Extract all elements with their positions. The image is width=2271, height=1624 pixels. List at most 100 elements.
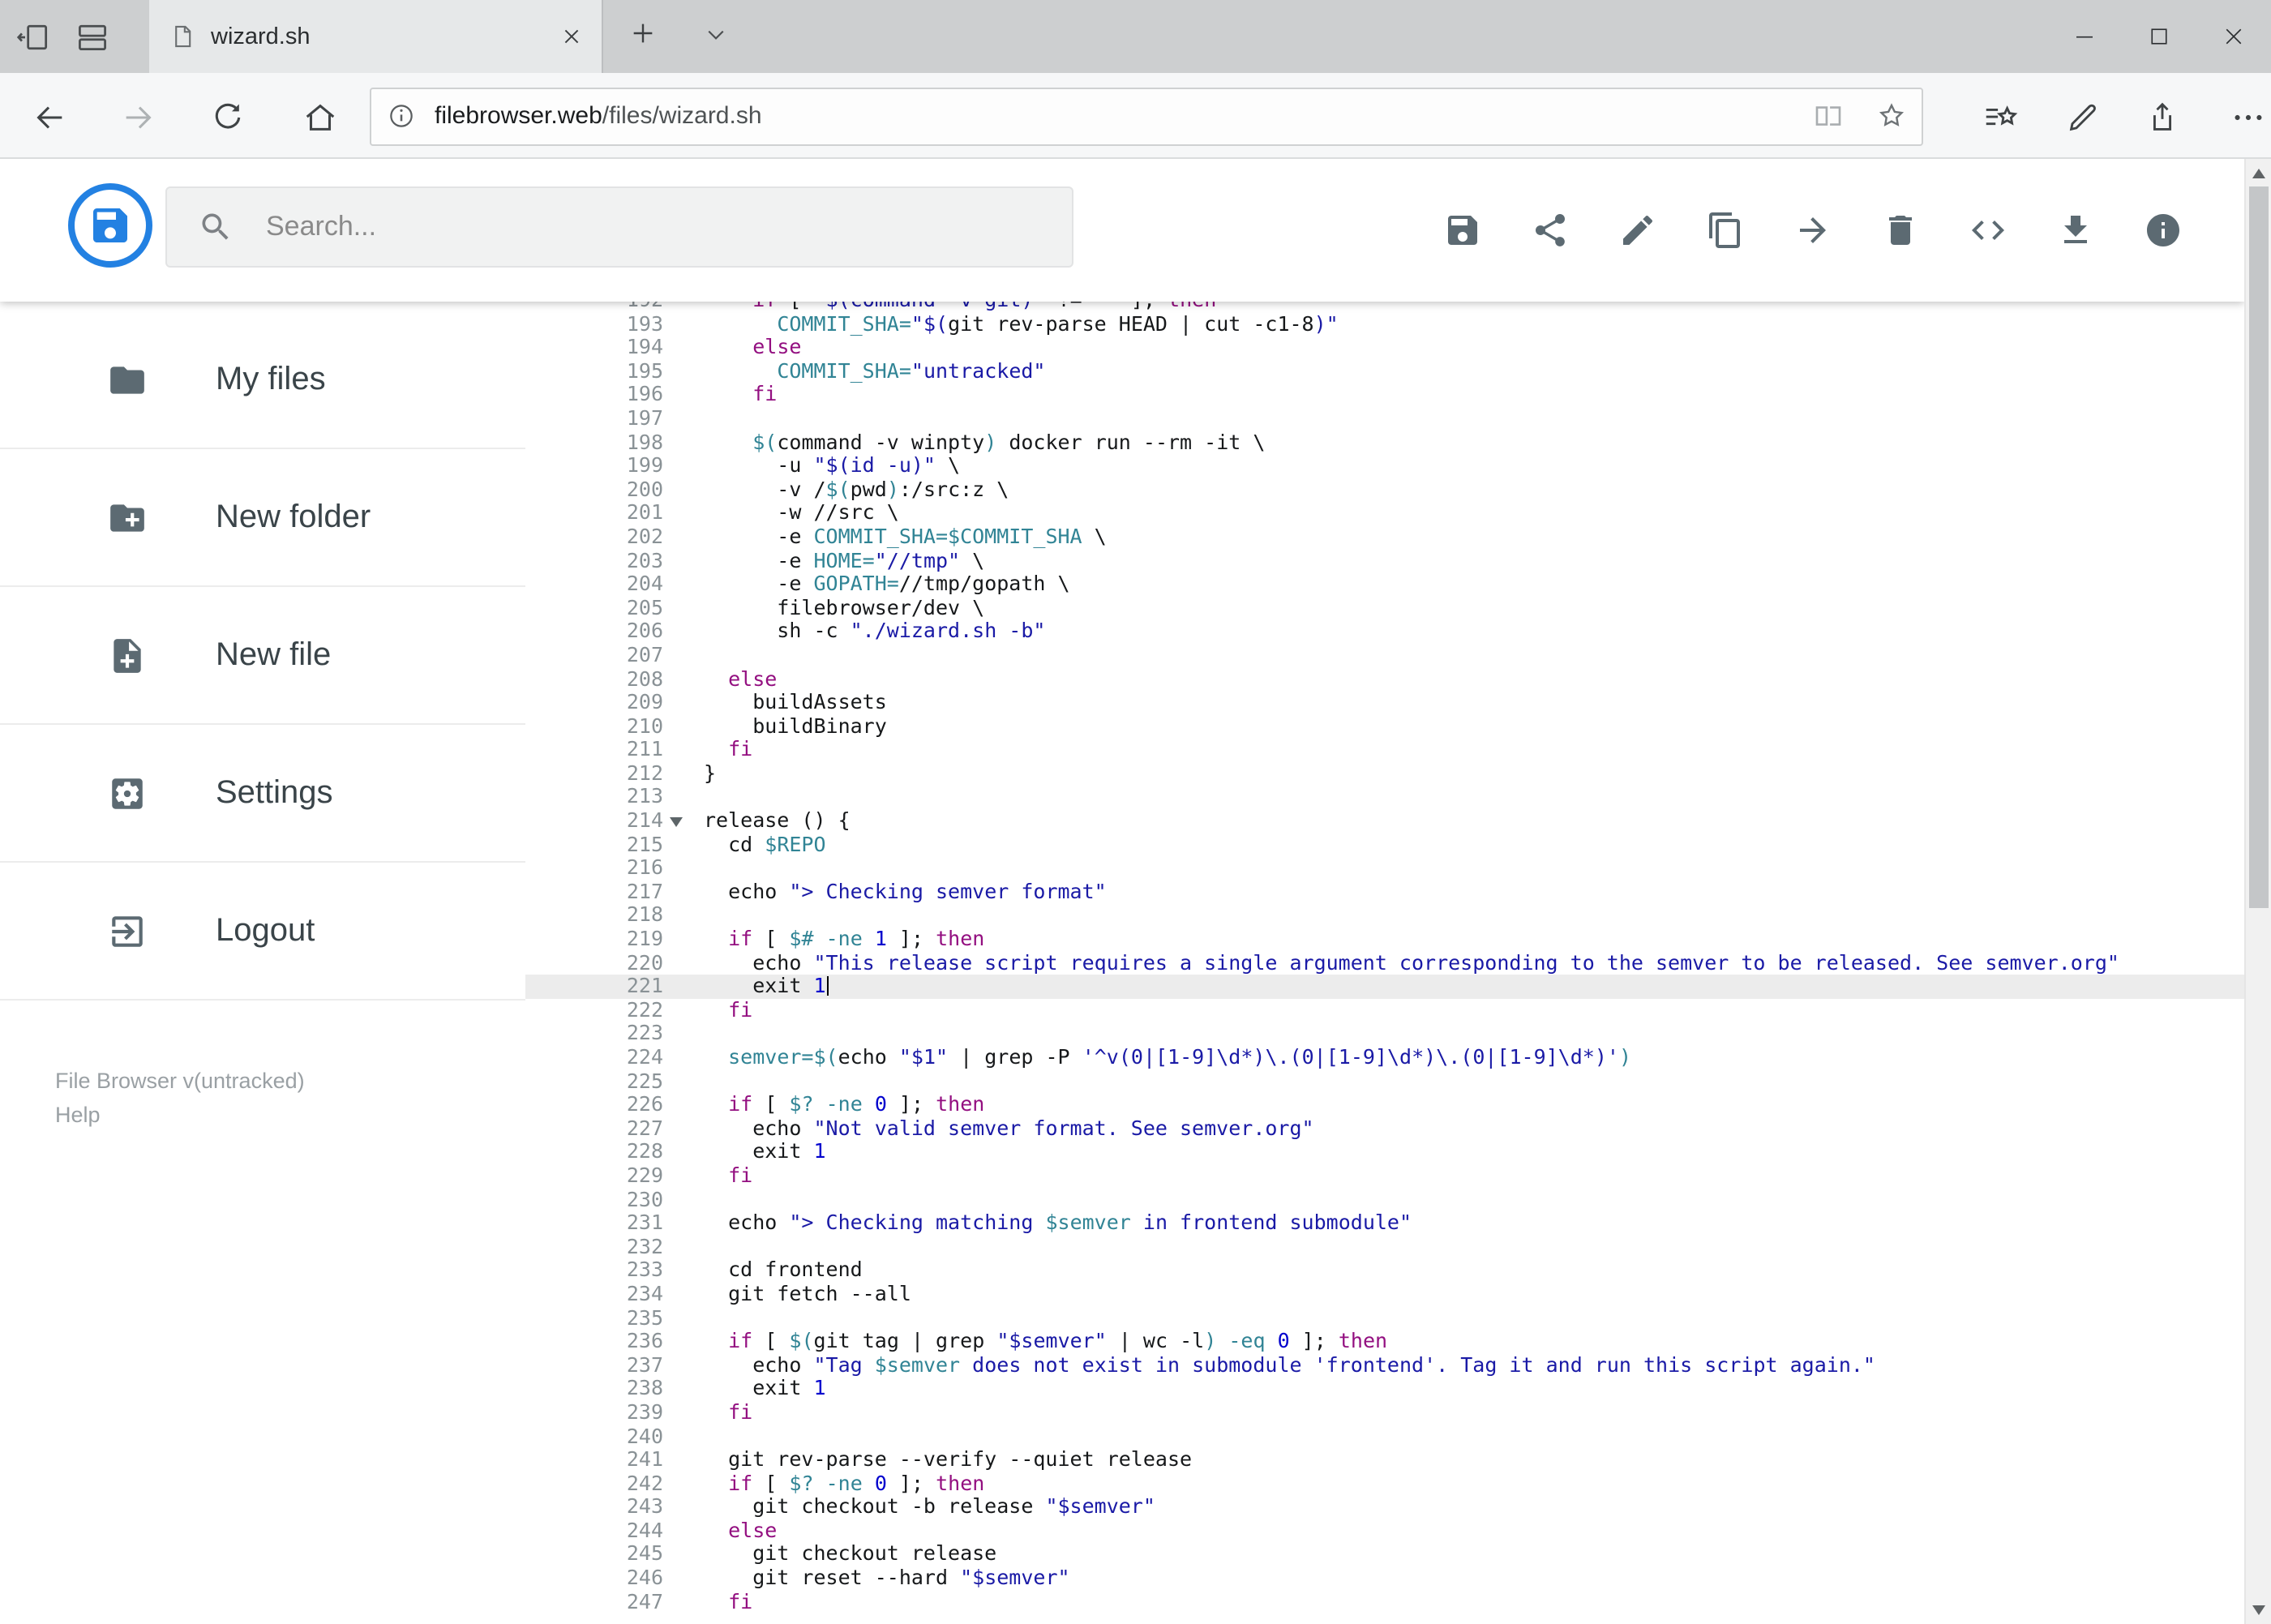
code-line[interactable]: 246 git reset --hard "$semver" xyxy=(525,1566,2244,1590)
download-button[interactable] xyxy=(2056,211,2095,250)
code-line[interactable]: 228 exit 1 xyxy=(525,1139,2244,1164)
code-line[interactable]: 244 else xyxy=(525,1518,2244,1543)
save-button[interactable] xyxy=(1443,211,1482,250)
search-input[interactable] xyxy=(263,209,1072,245)
code-line[interactable]: 214 release () { xyxy=(525,808,2244,833)
code-line[interactable]: 217 echo "> Checking semver format" xyxy=(525,879,2244,904)
hub-icon[interactable] xyxy=(1975,92,2024,141)
code-line[interactable]: 239 fi xyxy=(525,1399,2244,1425)
code-line[interactable]: 200 -v /$(pwd):/src:z \ xyxy=(525,477,2244,502)
new-tab-button[interactable] xyxy=(619,13,665,58)
favorite-star-icon[interactable] xyxy=(1875,99,1909,133)
code-line[interactable]: 206 sh -c "./wizard.sh -b" xyxy=(525,619,2244,644)
code-line[interactable]: 230 xyxy=(525,1187,2244,1211)
code-line[interactable]: 224 semver=$(echo "$1" | grep -P '^v(0|[… xyxy=(525,1044,2244,1069)
code-line[interactable]: 245 git checkout release xyxy=(525,1541,2244,1566)
delete-button[interactable] xyxy=(1881,211,1920,250)
code-line[interactable]: 218 xyxy=(525,903,2244,928)
forward-icon[interactable] xyxy=(114,92,162,141)
code-line[interactable]: 212} xyxy=(525,761,2244,786)
home-icon[interactable] xyxy=(295,92,344,141)
code-line[interactable]: 205 filebrowser/dev \ xyxy=(525,595,2244,619)
vertical-scrollbar[interactable] xyxy=(2244,159,2271,1624)
code-line[interactable]: 229 fi xyxy=(525,1163,2244,1188)
sidebar-item-new-folder[interactable]: New folder xyxy=(0,449,525,587)
code-line[interactable]: 219 if [ $# -ne 1 ]; then xyxy=(525,926,2244,951)
copy-button[interactable] xyxy=(1706,211,1745,250)
code-line[interactable]: 202 -e COMMIT_SHA=$COMMIT_SHA \ xyxy=(525,524,2244,549)
code-line[interactable]: 220 echo "This release script requires a… xyxy=(525,950,2244,975)
code-line[interactable]: 195 COMMIT_SHA="untracked" xyxy=(525,358,2244,384)
tab-close-icon[interactable] xyxy=(561,26,582,47)
sidebar-item-settings[interactable]: Settings xyxy=(0,725,525,863)
sidebar-item-my-files[interactable]: My files xyxy=(0,311,525,449)
scroll-up-icon[interactable] xyxy=(2246,159,2271,186)
code-line[interactable]: 196 fi xyxy=(525,382,2244,407)
code-line[interactable]: 199 -u "$(id -u)" \ xyxy=(525,453,2244,478)
move-button[interactable] xyxy=(1793,211,1832,250)
search-box[interactable] xyxy=(165,186,1073,268)
code-line[interactable]: 201 -w //src \ xyxy=(525,500,2244,525)
code-line[interactable]: 235 xyxy=(525,1305,2244,1330)
info-button[interactable] xyxy=(2144,211,2183,250)
site-info-icon[interactable] xyxy=(386,101,417,131)
code-line[interactable]: 208 else xyxy=(525,666,2244,691)
share-button[interactable] xyxy=(1531,211,1570,250)
code-line[interactable]: 225 xyxy=(525,1069,2244,1093)
code-line[interactable]: 207 xyxy=(525,643,2244,667)
code-line[interactable]: 209 buildAssets xyxy=(525,690,2244,714)
help-link[interactable]: Help xyxy=(55,1098,305,1132)
maximize-button[interactable] xyxy=(2122,0,2196,73)
code-line[interactable]: 241 git rev-parse --verify --quiet relea… xyxy=(525,1447,2244,1472)
annotate-icon[interactable] xyxy=(2058,92,2106,141)
code-line[interactable]: 203 -e HOME="//tmp" \ xyxy=(525,547,2244,572)
code-line[interactable]: 216 xyxy=(525,855,2244,881)
share-page-icon[interactable] xyxy=(2137,92,2186,141)
code-line[interactable]: 242 if [ $? -ne 0 ]; then xyxy=(525,1471,2244,1495)
scroll-down-icon[interactable] xyxy=(2246,1596,2271,1624)
app-logo[interactable] xyxy=(68,183,152,268)
code-line[interactable]: 231 echo "> Checking matching $semver in… xyxy=(525,1211,2244,1235)
fold-toggle-icon[interactable] xyxy=(670,817,683,828)
raw-button[interactable] xyxy=(1969,211,2007,250)
tabs-set-aside-icon[interactable] xyxy=(13,15,55,58)
code-line[interactable]: 222 fi xyxy=(525,997,2244,1022)
code-line[interactable]: 193 COMMIT_SHA="$(git rev-parse HEAD | c… xyxy=(525,311,2244,336)
code-line[interactable]: 237 echo "Tag $semver does not exist in … xyxy=(525,1352,2244,1377)
refresh-icon[interactable] xyxy=(203,92,251,141)
code-line[interactable]: 227 echo "Not valid semver format. See s… xyxy=(525,1116,2244,1141)
code-line[interactable]: 233 cd frontend xyxy=(525,1258,2244,1283)
close-button[interactable] xyxy=(2196,0,2271,73)
code-line[interactable]: 243 git checkout -b release "$semver" xyxy=(525,1494,2244,1519)
code-line[interactable]: 210 buildBinary xyxy=(525,713,2244,738)
code-editor[interactable]: 192 if [ "$(command -v git)" != "" ]; th… xyxy=(525,302,2244,1614)
code-line[interactable]: 213 xyxy=(525,785,2244,809)
code-line[interactable]: 238 exit 1 xyxy=(525,1376,2244,1401)
code-line[interactable]: 194 else xyxy=(525,335,2244,359)
sidebar-item-logout[interactable]: Logout xyxy=(0,863,525,1001)
address-bar[interactable]: filebrowser.web/files/wizard.sh xyxy=(370,87,1923,145)
sidebar-item-new-file[interactable]: New file xyxy=(0,587,525,725)
more-options-icon[interactable] xyxy=(2223,92,2271,141)
code-line[interactable]: 247 fi xyxy=(525,1589,2244,1613)
code-line[interactable]: 223 xyxy=(525,1022,2244,1046)
code-line[interactable]: 236 if [ $(git tag | grep "$semver" | wc… xyxy=(525,1329,2244,1353)
code-line[interactable]: 240 xyxy=(525,1424,2244,1448)
code-line[interactable]: 221 exit 1 xyxy=(525,974,2244,999)
back-icon[interactable] xyxy=(24,92,73,141)
code-line[interactable]: 197 xyxy=(525,406,2244,431)
reading-view-icon[interactable] xyxy=(1811,99,1845,133)
code-line[interactable]: 211 fi xyxy=(525,737,2244,762)
edit-button[interactable] xyxy=(1618,211,1657,250)
code-line[interactable]: 198 $(command -v winpty) docker run --rm… xyxy=(525,430,2244,454)
scrollbar-thumb[interactable] xyxy=(2248,186,2269,908)
browser-tab[interactable]: wizard.sh xyxy=(149,0,603,73)
tabs-preview-icon[interactable] xyxy=(71,15,114,58)
code-line[interactable]: 204 -e GOPATH=//tmp/gopath \ xyxy=(525,572,2244,596)
code-line[interactable]: 226 if [ $? -ne 0 ]; then xyxy=(525,1092,2244,1116)
minimize-button[interactable] xyxy=(2047,0,2122,73)
code-line[interactable]: 232 xyxy=(525,1234,2244,1259)
tab-preview-chevron-icon[interactable] xyxy=(694,16,736,58)
code-line[interactable]: 215 cd $REPO xyxy=(525,832,2244,856)
code-line[interactable]: 234 git fetch --all xyxy=(525,1281,2244,1306)
